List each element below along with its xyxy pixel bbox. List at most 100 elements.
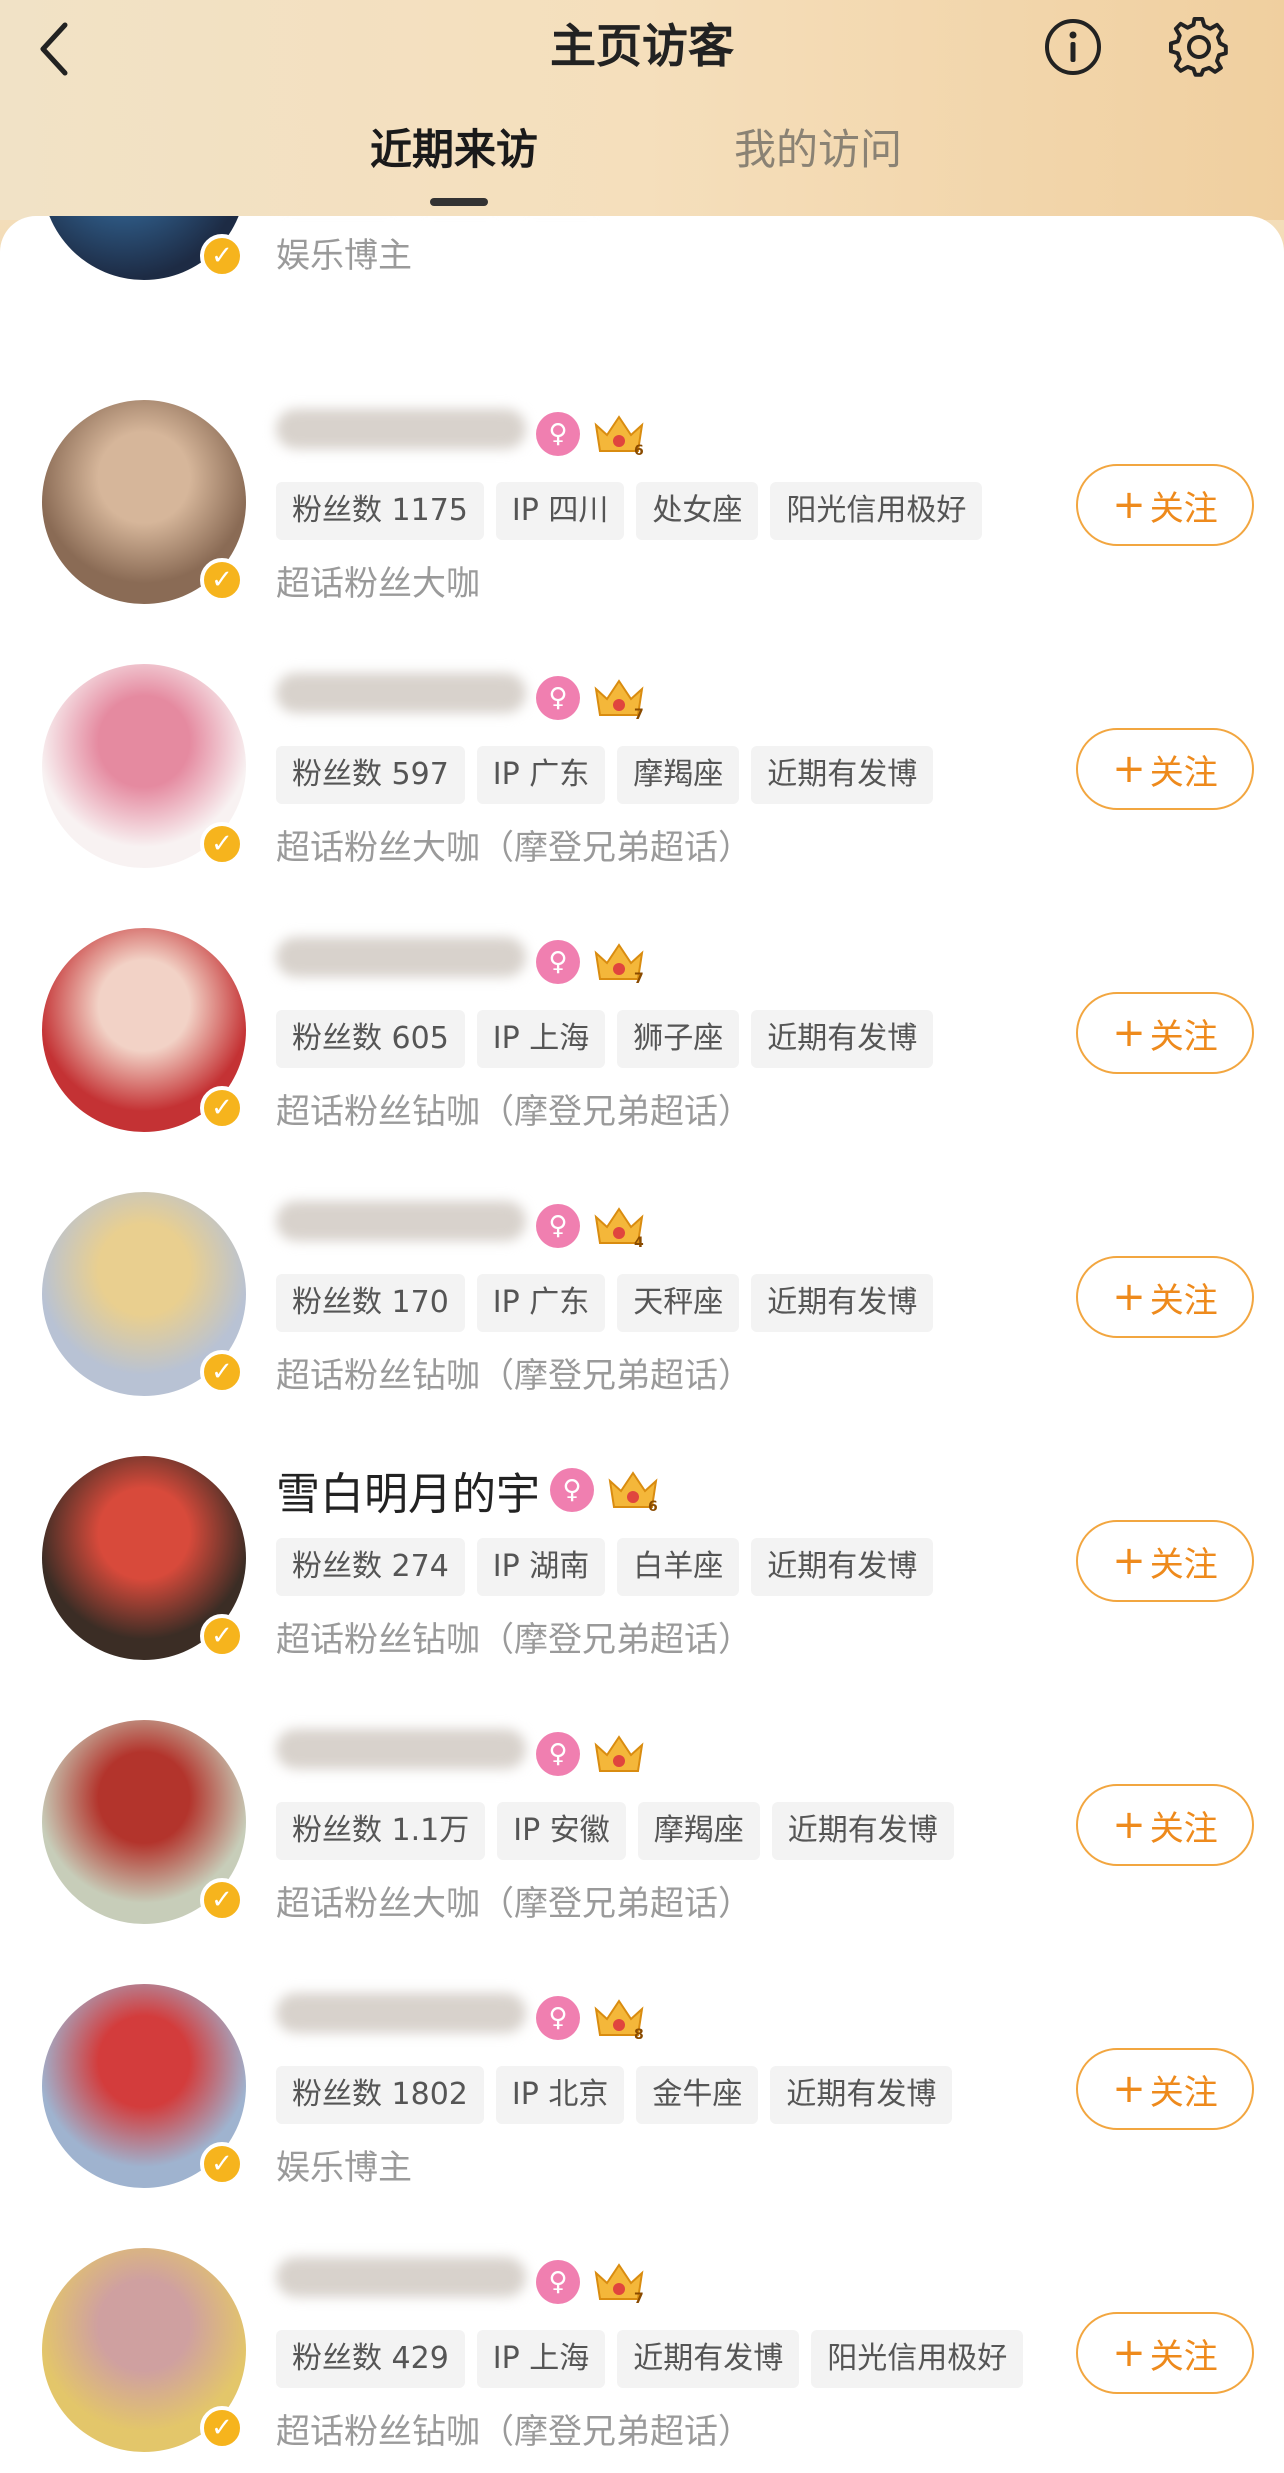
tag: 近期有发博: [617, 2330, 800, 2388]
visitor-description: 娱乐博主: [276, 236, 412, 276]
female-gender-icon: ♀: [536, 676, 580, 720]
tag: IP 广东: [476, 746, 606, 804]
header: 主页访客 近期来访 我的访问: [0, 0, 1284, 220]
tab-bar: 近期来访 我的访问: [0, 122, 1284, 206]
visitor-description: 超话粉丝钻咖（摩登兄弟超话）: [276, 2412, 752, 2452]
visitor-name-text: [276, 1200, 526, 1252]
crown-level-icon: 7: [592, 675, 646, 721]
follow-button[interactable]: + 关注: [1076, 2312, 1254, 2394]
tag: 摩羯座: [637, 1802, 760, 1860]
verified-badge-icon: ✓: [200, 2142, 244, 2186]
crown-level-number: 6: [634, 443, 644, 457]
visitor-row[interactable]: ✓ ♀ 粉丝数 1.1万 IP 安徽 摩羯座 近期有发博 超话粉丝大咖（摩登兄弟超话） + 关注: [0, 1720, 1284, 1984]
visitor-name[interactable]: 雪白明月的宇 ♀ 6: [276, 1456, 660, 1524]
info-button[interactable]: [1038, 12, 1108, 82]
tag: IP 广东: [476, 1274, 606, 1332]
crown-level-number: 6: [648, 1499, 658, 1513]
tag: IP 湖南: [476, 1538, 606, 1596]
follow-button[interactable]: + 关注: [1076, 1256, 1254, 1338]
tag: 阳光信用极好: [811, 2330, 1024, 2388]
tag: 天秤座: [617, 1274, 740, 1332]
visitor-name[interactable]: ♀ 7: [276, 2248, 646, 2316]
visitor-name-text: [276, 1992, 526, 2044]
crown-level-icon: 6: [606, 1467, 660, 1513]
tag: 近期有发博: [770, 2066, 953, 2124]
tag-list: 粉丝数 597 IP 广东 摩羯座 近期有发博: [276, 746, 945, 804]
tag: 近期有发博: [751, 1538, 934, 1596]
crown-level-icon: 8: [592, 1995, 646, 2041]
tab-my-visits[interactable]: 我的访问: [734, 122, 902, 178]
tag: 处女座: [636, 482, 759, 540]
visitor-row[interactable]: ✓ ♀ 6 粉丝数 1175 IP 四川 处女座 阳光信用极好 超话粉丝大咖 + 关注: [0, 400, 1284, 664]
visitor-name[interactable]: ♀ 4: [276, 1192, 646, 1260]
visitor-name-text: [276, 672, 526, 724]
tag: 狮子座: [617, 1010, 740, 1068]
follow-button[interactable]: + 关注: [1076, 2048, 1254, 2130]
plus-icon: +: [1112, 1538, 1146, 1584]
female-gender-icon: ♀: [536, 1732, 580, 1776]
tag: 近期有发博: [751, 1010, 934, 1068]
visitor-row[interactable]: ✓ ♀ 7 粉丝数 597 IP 广东 摩羯座 近期有发博 超话粉丝大咖（摩登兄弟超话） + 关注: [0, 664, 1284, 928]
female-gender-icon: ♀: [536, 1204, 580, 1248]
tag: 阳光信用极好: [770, 482, 983, 540]
tag: 粉丝数 1.1万: [276, 1802, 486, 1860]
visitor-row[interactable]: ✓ ♀ 8 粉丝数 1802 IP 北京 金牛座 近期有发博 娱乐博主 + 关注: [0, 1984, 1284, 2248]
settings-button[interactable]: [1164, 12, 1234, 82]
tag-list: 粉丝数 170 IP 广东 天秤座 近期有发博: [276, 1274, 945, 1332]
verified-badge-icon: ✓: [200, 234, 244, 278]
visitor-name[interactable]: ♀ 6: [276, 400, 646, 468]
visitor-row[interactable]: ✓ ♀ 7 粉丝数 605 IP 上海 狮子座 近期有发博 超话粉丝钻咖（摩登兄弟超话） + 关注: [0, 928, 1284, 1192]
visitor-description: 超话粉丝钻咖（摩登兄弟超话）: [276, 1620, 752, 1660]
female-gender-icon: ♀: [536, 940, 580, 984]
verified-badge-icon: ✓: [200, 1878, 244, 1922]
crown-level-icon: 7: [592, 939, 646, 985]
female-gender-icon: ♀: [536, 2260, 580, 2304]
tab-recent-visitors[interactable]: 近期来访: [370, 122, 538, 178]
visitor-list[interactable]: ✓ 娱乐博主 +关注 ✓♀6粉丝数 1175IP 四川处女座阳光信用极好超话粉丝…: [0, 216, 1284, 2473]
tag: 粉丝数 429: [276, 2330, 465, 2388]
plus-icon: +: [1112, 2066, 1146, 2112]
visitor-name[interactable]: ♀ 7: [276, 664, 646, 732]
crown-level-number: 7: [634, 2291, 644, 2305]
visitor-name-text: [276, 408, 526, 460]
follow-button[interactable]: + 关注: [1076, 992, 1254, 1074]
tag: 近期有发博: [751, 1274, 934, 1332]
crown-level-number: 8: [634, 2027, 644, 2041]
plus-icon: +: [1112, 1274, 1146, 1320]
plus-icon: +: [1112, 1010, 1146, 1056]
follow-button[interactable]: + 关注: [1076, 464, 1254, 546]
visitor-name[interactable]: ♀ 7: [276, 928, 646, 996]
gear-icon: [1168, 16, 1228, 77]
visitor-name[interactable]: ♀: [276, 1720, 646, 1788]
tag: IP 上海: [476, 2330, 606, 2388]
female-gender-icon: ♀: [536, 1996, 580, 2040]
tag: 金牛座: [636, 2066, 759, 2124]
tag: 粉丝数 170: [276, 1274, 465, 1332]
tag: IP 安徽: [497, 1802, 626, 1860]
follow-button[interactable]: + 关注: [1076, 728, 1254, 810]
visitor-row[interactable]: ✓ 雪白明月的宇 ♀ 6 粉丝数 274 IP 湖南 白羊座 近期有发博 超话粉丝钻咖（摩登兄弟…: [0, 1456, 1284, 1720]
crown-level-number: 7: [634, 707, 644, 721]
visitor-row-partial[interactable]: ✓ 娱乐博主 +关注: [0, 216, 1284, 340]
visitor-name-text: [276, 2256, 526, 2308]
tag: 粉丝数 1802: [276, 2066, 484, 2124]
tag: 粉丝数 274: [276, 1538, 465, 1596]
plus-icon: +: [1112, 746, 1146, 792]
female-gender-icon: ♀: [550, 1468, 594, 1512]
visitor-row[interactable]: ✓ ♀ 7 粉丝数 429 IP 上海 近期有发博 阳光信用极好 超话粉丝钻咖（摩登兄弟超话）…: [0, 2248, 1284, 2473]
visitor-row[interactable]: ✓ ♀ 4 粉丝数 170 IP 广东 天秤座 近期有发博 超话粉丝钻咖（摩登兄弟超话） + 关注: [0, 1192, 1284, 1456]
visitor-description: 超话粉丝大咖: [276, 564, 480, 604]
crown-level-number: 4: [634, 1235, 644, 1249]
tag: 粉丝数 605: [276, 1010, 465, 1068]
info-icon: [1045, 19, 1101, 75]
visitor-name[interactable]: ♀ 8: [276, 1984, 646, 2052]
plus-icon: +: [1112, 1802, 1146, 1848]
tag-list: 粉丝数 1802 IP 北京 金牛座 近期有发博: [276, 2066, 964, 2124]
tag: 近期有发博: [751, 746, 934, 804]
tag-list: 粉丝数 1175 IP 四川 处女座 阳光信用极好: [276, 482, 994, 540]
tag: 粉丝数 597: [276, 746, 465, 804]
follow-button[interactable]: + 关注: [1076, 1520, 1254, 1602]
tag-list: 粉丝数 605 IP 上海 狮子座 近期有发博: [276, 1010, 945, 1068]
visitor-name-text: [276, 936, 526, 988]
follow-button[interactable]: + 关注: [1076, 1784, 1254, 1866]
